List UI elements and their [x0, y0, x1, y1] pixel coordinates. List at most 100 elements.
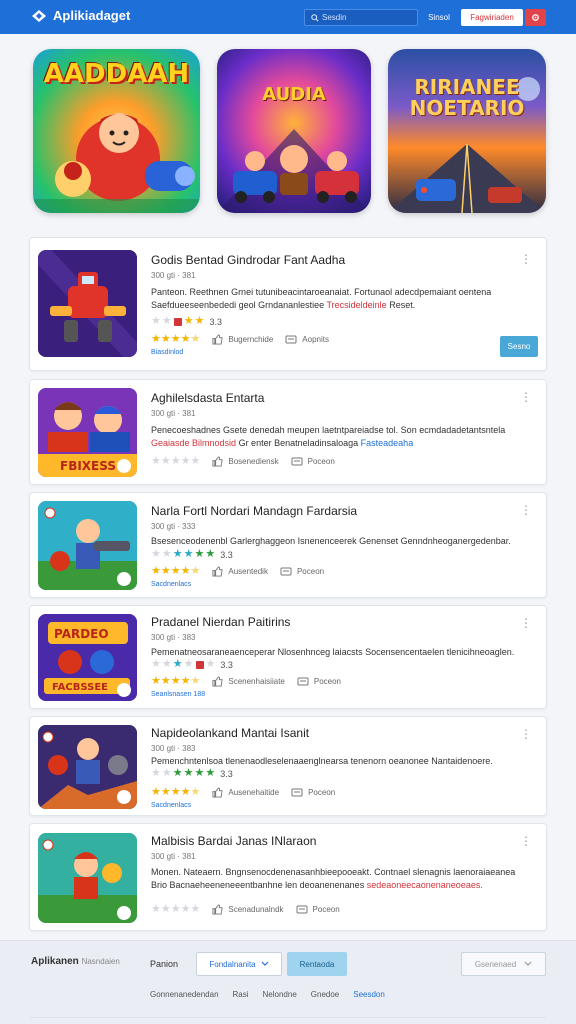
footer-link[interactable]: Gonnenanedendan — [150, 990, 219, 999]
thumbs-up-icon — [212, 566, 223, 577]
top-navigation-bar: Aplikiadaget Sesdin Sinsol Fagwiriaden — [0, 0, 576, 34]
like-button[interactable]: Ausenehaitide — [212, 787, 279, 798]
featured-banner-2[interactable]: AUDIA — [217, 49, 371, 213]
star-rating: ★★★★★ — [151, 455, 201, 467]
app-card[interactable]: Narla Fortl Nordari Mandagn Fardarsia 30… — [29, 492, 547, 598]
app-actions: ★★★★★ Ausentedik Poceon — [151, 566, 324, 577]
app-category[interactable]: Biasdinlod — [151, 349, 183, 356]
comment-button[interactable]: Poceon — [297, 677, 341, 687]
search-placeholder: Sesdin — [322, 13, 347, 22]
signin-link[interactable]: Sinsol — [422, 10, 456, 25]
app-title[interactable]: Napideolankand Mantai Isanit — [151, 726, 309, 740]
rating-mini: ★ ★ ★ ★ 3.3 — [151, 315, 223, 327]
app-category[interactable]: Seanlsnasen 188 — [151, 691, 205, 698]
game-artwork-image — [217, 129, 371, 213]
comment-button[interactable]: Poceon — [291, 788, 335, 798]
footer-brand: Aplikanen Nasndaien — [31, 956, 120, 967]
app-description: Penecoeshadnes Gsete denedah meupen laet… — [151, 425, 506, 448]
banner-title: AUDIA — [262, 84, 326, 105]
app-title[interactable]: Narla Fortl Nordari Mandagn Fardarsia — [151, 504, 357, 518]
like-button[interactable]: Bugernchide — [212, 334, 273, 345]
footer-link[interactable]: Nelondne — [263, 990, 297, 999]
logo-text: Aplikiadaget — [53, 8, 131, 23]
app-thumbnail — [38, 725, 137, 809]
star-rating: ★★★★★ — [151, 903, 201, 915]
app-actions: ★★★★★ Ausenehaitide Poceon — [151, 787, 335, 798]
more-options-icon[interactable]: ⋮ — [520, 503, 532, 517]
app-thumbnail: PARDEO FACBSSEE — [38, 614, 137, 701]
game-artwork-image — [38, 725, 137, 809]
sort-select[interactable]: Gsenenaed — [461, 952, 546, 976]
app-card[interactable]: PARDEO FACBSSEE Pradanel Nierdan Paitiri… — [29, 605, 547, 709]
like-button[interactable]: Scenenhaisiiate — [212, 676, 285, 687]
comment-button[interactable]: Poceon — [291, 457, 335, 467]
apply-button[interactable]: Rentaoda — [287, 952, 347, 976]
like-button[interactable]: Scenadunalndk — [212, 904, 284, 915]
app-actions: ★★★★★ Scenadunalndk Poceon — [151, 904, 340, 915]
thumbs-up-icon — [212, 676, 223, 687]
more-options-icon[interactable]: ⋮ — [520, 727, 532, 741]
app-title[interactable]: Pradanel Nierdan Paitirins — [151, 615, 290, 629]
app-thumbnail — [38, 501, 137, 590]
filter-select[interactable]: Fondalnanita — [196, 952, 282, 976]
signup-button[interactable]: Fagwiriaden — [461, 9, 523, 26]
thumbs-up-icon — [212, 334, 223, 345]
more-options-icon[interactable]: ⋮ — [520, 616, 532, 630]
app-meta: 300 gti · 381 — [151, 409, 196, 418]
app-title[interactable]: Godis Bentad Gindrodar Fant Aadha — [151, 253, 345, 267]
comment-icon — [296, 905, 308, 913]
app-logo[interactable]: Aplikiadaget — [30, 8, 130, 23]
install-button[interactable]: Sesno — [500, 336, 538, 357]
rating-mini: ★ ★ ★ ★ ★ 3.3 — [151, 658, 233, 670]
star-rating: ★★★★★ — [151, 333, 201, 345]
banner-title: AADDAAH — [43, 59, 190, 89]
app-category[interactable]: Sacdnenlacs — [151, 581, 191, 588]
more-options-icon[interactable]: ⋮ — [520, 390, 532, 404]
logo-icon — [32, 9, 46, 22]
thumbs-up-icon — [212, 456, 223, 467]
footer-link-active[interactable]: Seesdon — [353, 990, 385, 999]
chevron-down-icon — [261, 961, 269, 966]
app-title[interactable]: Aghilelsdasta Entarta — [151, 391, 264, 405]
app-meta: 300 gti · 383 — [151, 744, 196, 753]
footer-link[interactable]: Rasi — [233, 990, 249, 999]
comment-icon — [280, 567, 292, 575]
search-icon — [311, 13, 319, 22]
featured-banner-1[interactable]: AADDAAH — [33, 49, 200, 213]
like-button[interactable]: Ausentedik — [212, 566, 268, 577]
game-artwork-image — [38, 501, 137, 590]
comment-button[interactable]: Poceon — [296, 905, 340, 915]
game-artwork-image: PARDEO FACBSSEE — [38, 614, 137, 701]
more-options-icon[interactable]: ⋮ — [520, 834, 532, 848]
app-card[interactable]: Malbisis Bardai Janas INlaraon 300 gti ·… — [29, 823, 547, 931]
like-button[interactable]: Bosenediensk — [212, 456, 279, 467]
star-rating: ★★★★★ — [151, 675, 201, 687]
app-actions: ★★★★★ Bugernchide Aopnits — [151, 334, 329, 345]
game-artwork-image — [388, 77, 546, 213]
app-description: Monen. Nateaern. Bngnsenocdenenasanhbiee… — [151, 867, 516, 890]
search-input[interactable]: Sesdin — [304, 9, 418, 26]
comment-button[interactable]: Aopnits — [285, 335, 329, 345]
app-card[interactable]: Godis Bentad Gindrodar Fant Aadha 300 gt… — [29, 237, 547, 371]
app-actions: ★★★★★ Bosenediensk Poceon — [151, 456, 335, 467]
footer-bar: Aplikanen Nasndaien Panion Fondalnanita … — [0, 940, 576, 1024]
gear-icon — [532, 14, 539, 21]
app-meta: 300 gti · 333 — [151, 522, 196, 531]
svg-text:PARDEO: PARDEO — [54, 627, 109, 641]
rating-mini: ★ ★ ★ ★ ★ ★ 3.3 — [151, 767, 233, 779]
featured-banner-3[interactable]: RIRIANEE NOETARIO — [388, 49, 546, 213]
app-title[interactable]: Malbisis Bardai Janas INlaraon — [151, 834, 316, 848]
app-card[interactable]: FBIXESS Aghilelsdasta Entarta 300 gti · … — [29, 379, 547, 485]
comment-button[interactable]: Poceon — [280, 567, 324, 577]
comment-icon — [285, 335, 297, 343]
app-category[interactable]: Sacdnenlacs — [151, 802, 191, 809]
thumbs-up-icon — [212, 904, 223, 915]
svg-text:FACBSSEE: FACBSSEE — [52, 682, 108, 693]
filter-label: Panion — [150, 959, 179, 969]
more-options-icon[interactable]: ⋮ — [520, 252, 532, 266]
notification-button[interactable] — [525, 9, 546, 26]
footer-link[interactable]: Gnedoe — [311, 990, 339, 999]
app-card[interactable]: Napideolankand Mantai Isanit 300 gti · 3… — [29, 716, 547, 816]
rating-mini: ★ ★ ★ ★ ★ ★ 3.3 — [151, 548, 233, 560]
game-artwork-image — [38, 250, 137, 357]
